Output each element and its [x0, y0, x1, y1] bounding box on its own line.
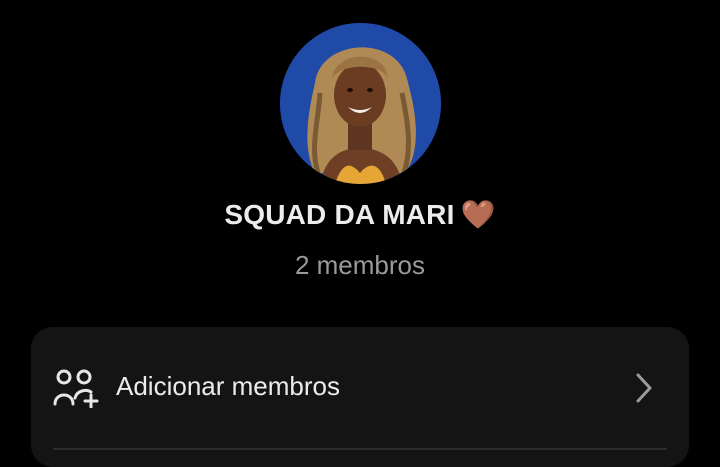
actions-card: Adicionar membros — [31, 327, 689, 467]
group-name-text: SQUAD DA MARI — [224, 199, 455, 230]
row-divider — [53, 448, 667, 450]
group-avatar[interactable] — [280, 23, 441, 184]
add-members-icon — [53, 369, 99, 408]
chevron-right-icon — [636, 373, 652, 403]
group-photo — [280, 23, 441, 184]
add-members-row[interactable]: Adicionar membros — [31, 327, 689, 449]
group-name-heading: SQUAD DA MARI 🤎 — [0, 198, 720, 231]
member-count: 2 membros — [294, 250, 426, 280]
heart-emoji: 🤎 — [460, 199, 496, 230]
add-members-label: Adicionar membros — [116, 371, 340, 401]
